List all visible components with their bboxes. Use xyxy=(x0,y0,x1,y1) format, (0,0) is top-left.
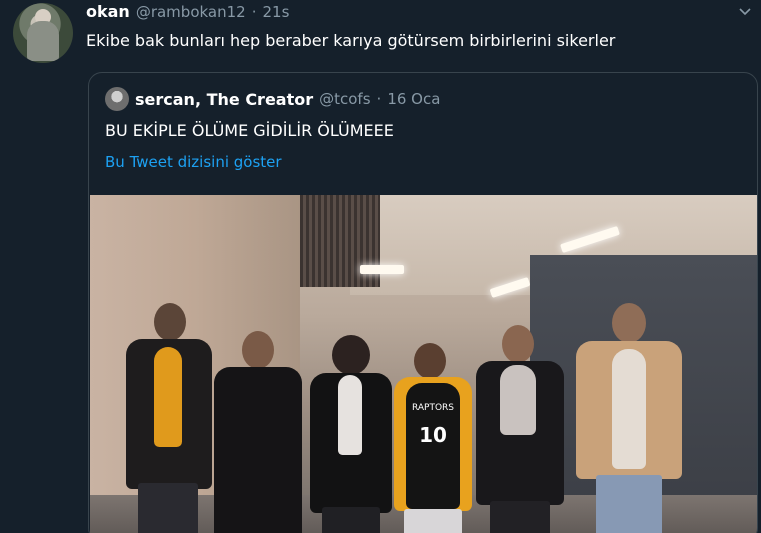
avatar-figure xyxy=(27,21,59,61)
quoted-user-handle: @tcofs xyxy=(319,90,371,108)
user-avatar[interactable] xyxy=(13,3,73,63)
person xyxy=(472,325,568,533)
show-thread-link[interactable]: Bu Tweet dizisini göster xyxy=(105,153,282,171)
separator-dot: · xyxy=(251,3,257,21)
display-name[interactable]: okan xyxy=(86,2,130,21)
person xyxy=(120,303,216,533)
person xyxy=(210,331,306,533)
quoted-tweet-text: BU EKİPLE ÖLÜME GİDİLİR ÖLÜMEEE xyxy=(105,121,394,140)
tweet-text: Ekibe bak bunları hep beraber karıya göt… xyxy=(86,31,616,50)
tweet[interactable]: okan @rambokan12 · 21s Ekibe bak bunları… xyxy=(0,0,761,533)
person: RAPTORS 10 xyxy=(390,343,476,533)
separator-dot: · xyxy=(376,90,382,108)
ceiling-light xyxy=(360,265,404,274)
quoted-tweet-timestamp: 16 Oca xyxy=(387,90,441,108)
quoted-display-name: sercan, The Creator xyxy=(135,89,314,109)
chevron-down-icon[interactable] xyxy=(736,4,754,22)
quoted-user-avatar xyxy=(105,87,129,111)
quoted-tweet[interactable]: sercan, The Creator @tcofs · 16 Oca BU E… xyxy=(88,72,758,533)
jersey-number: 10 xyxy=(419,423,447,447)
jersey-text: RAPTORS xyxy=(411,403,455,413)
user-handle[interactable]: @rambokan12 xyxy=(136,3,246,21)
tweet-header: okan @rambokan12 · 21s xyxy=(86,2,289,24)
person xyxy=(306,335,396,533)
person xyxy=(572,303,686,533)
quoted-tweet-header: sercan, The Creator @tcofs · 16 Oca xyxy=(105,87,440,111)
tweet-photo[interactable]: RAPTORS 10 xyxy=(90,195,757,533)
tweet-timestamp[interactable]: 21s xyxy=(263,3,290,21)
